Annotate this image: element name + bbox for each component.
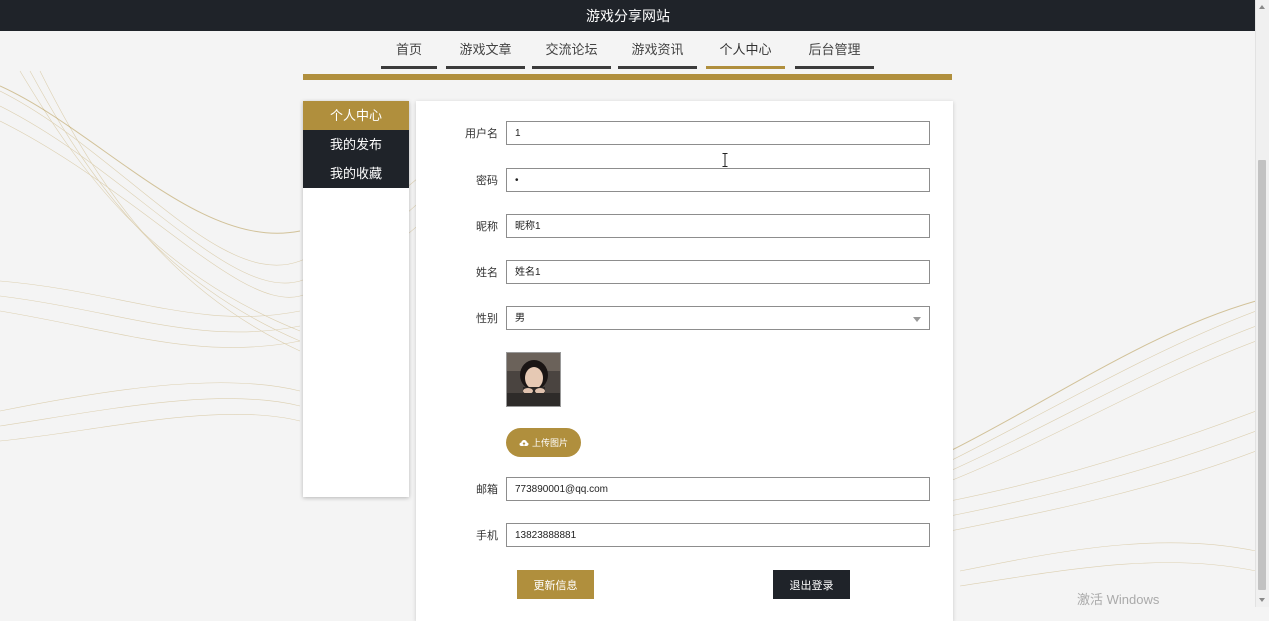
- profile-form: 用户名 1 密码 • 昵称 昵称1 姓名 姓名1 性别 男 上传图片 邮箱 77…: [416, 101, 953, 621]
- sidebar: 个人中心 我的发布 我的收藏: [303, 101, 409, 497]
- avatar: [506, 352, 561, 407]
- form-row-username: 用户名 1: [416, 121, 953, 147]
- sidebar-item-my-posts[interactable]: 我的发布: [303, 130, 409, 159]
- nickname-label: 昵称: [476, 221, 498, 233]
- sidebar-item-label: 我的发布: [329, 137, 382, 152]
- site-title: 游戏分享网站: [586, 7, 670, 24]
- form-row-email: 邮箱 773890001@qq.com: [416, 477, 953, 503]
- sidebar-item-my-favorites[interactable]: 我的收藏: [303, 159, 409, 188]
- phone-input[interactable]: 13823888881: [506, 523, 930, 547]
- nav-item-personal-center[interactable]: 个人中心: [706, 31, 785, 69]
- form-row-name: 姓名 姓名1: [416, 260, 953, 286]
- name-input[interactable]: 姓名1: [506, 260, 930, 284]
- avatar-photo-icon: [507, 353, 560, 406]
- nav-item-label: 游戏资讯: [631, 42, 684, 57]
- email-input[interactable]: 773890001@qq.com: [506, 477, 930, 501]
- scroll-up-arrow-icon[interactable]: [1256, 0, 1269, 14]
- nav-underline: [795, 66, 874, 69]
- nav-item-label: 交流论坛: [545, 42, 598, 57]
- nav-underline-active: [706, 66, 785, 69]
- gender-label: 性别: [476, 313, 498, 325]
- text-cursor-icon: [722, 153, 728, 167]
- nickname-input[interactable]: 昵称1: [506, 214, 930, 238]
- upload-image-label: 上传图片: [531, 438, 568, 448]
- update-info-label: 更新信息: [533, 579, 578, 592]
- form-row-nickname: 昵称 昵称1: [416, 214, 953, 240]
- phone-label: 手机: [476, 530, 498, 542]
- password-label: 密码: [476, 175, 498, 187]
- main-nav: 首页 游戏文章 交流论坛 游戏资讯 个人中心 后台管理: [0, 31, 1256, 71]
- update-info-button[interactable]: 更新信息: [517, 570, 594, 599]
- gender-select[interactable]: 男: [506, 306, 930, 330]
- nav-divider-bar: [303, 74, 952, 80]
- sidebar-item-personal-center[interactable]: 个人中心: [303, 101, 409, 130]
- nav-item-label: 个人中心: [719, 42, 772, 57]
- nav-underline: [381, 66, 437, 69]
- name-label: 姓名: [476, 267, 498, 279]
- cloud-upload-icon: [519, 439, 529, 446]
- nav-underline: [618, 66, 697, 69]
- username-input[interactable]: 1: [506, 121, 930, 145]
- nav-item-admin[interactable]: 后台管理: [795, 31, 874, 69]
- form-row-phone: 手机 13823888881: [416, 523, 953, 549]
- sidebar-item-label: 个人中心: [329, 108, 382, 123]
- nav-item-label: 首页: [395, 42, 422, 57]
- form-row-password: 密码 •: [416, 168, 953, 194]
- scrollbar-thumb[interactable]: [1258, 160, 1266, 590]
- nav-item-game-articles[interactable]: 游戏文章: [446, 31, 525, 69]
- logout-label: 退出登录: [789, 579, 834, 592]
- nav-item-home[interactable]: 首页: [381, 31, 437, 69]
- nav-item-label: 后台管理: [808, 42, 861, 57]
- nav-item-forum[interactable]: 交流论坛: [532, 31, 611, 69]
- nav-item-label: 游戏文章: [459, 42, 512, 57]
- nav-underline: [446, 66, 525, 69]
- form-row-gender: 性别 男: [416, 306, 953, 332]
- logout-button[interactable]: 退出登录: [773, 570, 850, 599]
- nav-item-game-news[interactable]: 游戏资讯: [618, 31, 697, 69]
- email-label: 邮箱: [476, 484, 498, 496]
- site-header: 游戏分享网站: [0, 0, 1256, 31]
- nav-underline: [532, 66, 611, 69]
- gender-select-value: 男: [515, 313, 525, 324]
- password-input[interactable]: •: [506, 168, 930, 192]
- chevron-down-icon: [913, 317, 921, 322]
- page-scrollbar[interactable]: [1255, 0, 1269, 607]
- username-label: 用户名: [465, 128, 498, 140]
- windows-activation-watermark: 激活 Windows: [1077, 592, 1160, 607]
- sidebar-item-label: 我的收藏: [329, 166, 382, 181]
- scroll-down-arrow-icon[interactable]: [1256, 593, 1269, 607]
- upload-image-button[interactable]: 上传图片: [506, 428, 581, 457]
